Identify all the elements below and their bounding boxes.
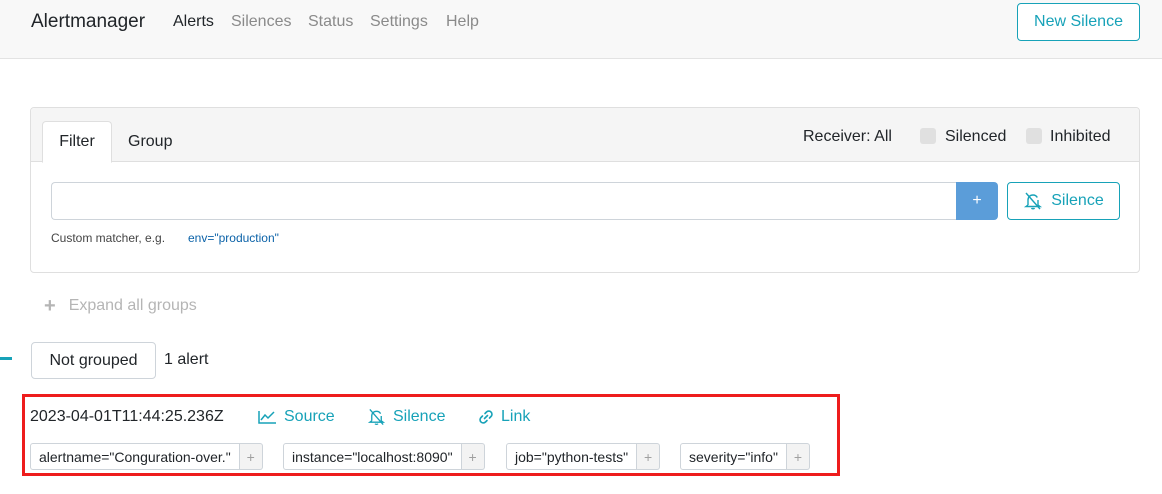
group-marker xyxy=(0,357,12,360)
nav-help[interactable]: Help xyxy=(446,13,479,31)
label-severity: severity="info" + xyxy=(680,443,810,470)
receiver-dropdown[interactable]: Receiver: All xyxy=(803,128,892,146)
label-add-button[interactable]: + xyxy=(239,443,263,470)
alert-silence-link[interactable]: Silence xyxy=(367,408,445,426)
new-silence-button[interactable]: New Silence xyxy=(1017,3,1140,41)
source-link[interactable]: Source xyxy=(258,408,335,426)
label-add-button[interactable]: + xyxy=(786,443,810,470)
source-label: Source xyxy=(284,408,335,425)
inhibited-label[interactable]: Inhibited xyxy=(1050,128,1111,146)
expand-all-label: Expand all groups xyxy=(68,297,197,314)
silenced-label[interactable]: Silenced xyxy=(945,128,1006,146)
bell-slash-icon xyxy=(367,408,386,426)
add-matcher-button[interactable]: + xyxy=(956,182,998,220)
bell-slash-icon xyxy=(1024,192,1043,210)
nav-settings[interactable]: Settings xyxy=(370,13,428,31)
alert-silence-label: Silence xyxy=(393,408,446,425)
label-add-button[interactable]: + xyxy=(637,443,661,470)
matcher-hint-example: env="production" xyxy=(188,231,279,245)
link-icon xyxy=(479,410,493,424)
label-text[interactable]: instance="localhost:8090" xyxy=(283,443,462,470)
nav-silences[interactable]: Silences xyxy=(231,13,291,31)
filter-card-header: Filter Group Receiver: All Silenced Inhi… xyxy=(31,108,1139,163)
expand-all-groups-button[interactable]: + Expand all groups xyxy=(44,295,197,317)
silenced-checkbox[interactable] xyxy=(920,128,936,144)
tab-filter[interactable]: Filter xyxy=(42,121,112,163)
matcher-hint: Custom matcher, e.g. xyxy=(51,231,166,245)
group-name-button[interactable]: Not grouped xyxy=(31,342,156,379)
label-instance: instance="localhost:8090" + xyxy=(283,443,485,470)
nav-status[interactable]: Status xyxy=(308,13,353,31)
nav-alerts[interactable]: Alerts xyxy=(173,13,214,31)
chart-line-icon xyxy=(258,411,276,424)
silence-filter-label: Silence xyxy=(1051,192,1104,209)
label-text[interactable]: severity="info" xyxy=(680,443,787,470)
label-text[interactable]: alertname="Conguration-over." xyxy=(30,443,240,470)
filter-card: Filter Group Receiver: All Silenced Inhi… xyxy=(30,107,1140,273)
alert-count: 1 alert xyxy=(164,351,209,368)
label-job: job="python-tests" + xyxy=(506,443,661,470)
label-alertname: alertname="Conguration-over." + xyxy=(30,443,263,470)
matcher-input[interactable] xyxy=(51,182,956,220)
label-add-button[interactable]: + xyxy=(461,443,485,470)
alert-link[interactable]: Link xyxy=(478,408,530,426)
alert-timestamp: 2023-04-01T11:44:25.236Z xyxy=(30,408,224,425)
silence-filter-button[interactable]: Silence xyxy=(1007,182,1120,220)
tab-group[interactable]: Group xyxy=(128,133,172,151)
inhibited-checkbox[interactable] xyxy=(1026,128,1042,144)
label-text[interactable]: job="python-tests" xyxy=(506,443,638,470)
link-label: Link xyxy=(501,408,531,425)
brand[interactable]: Alertmanager xyxy=(31,11,145,33)
plus-icon: + xyxy=(44,295,56,317)
navbar: Alertmanager Alerts Silences Status Sett… xyxy=(0,0,1162,59)
